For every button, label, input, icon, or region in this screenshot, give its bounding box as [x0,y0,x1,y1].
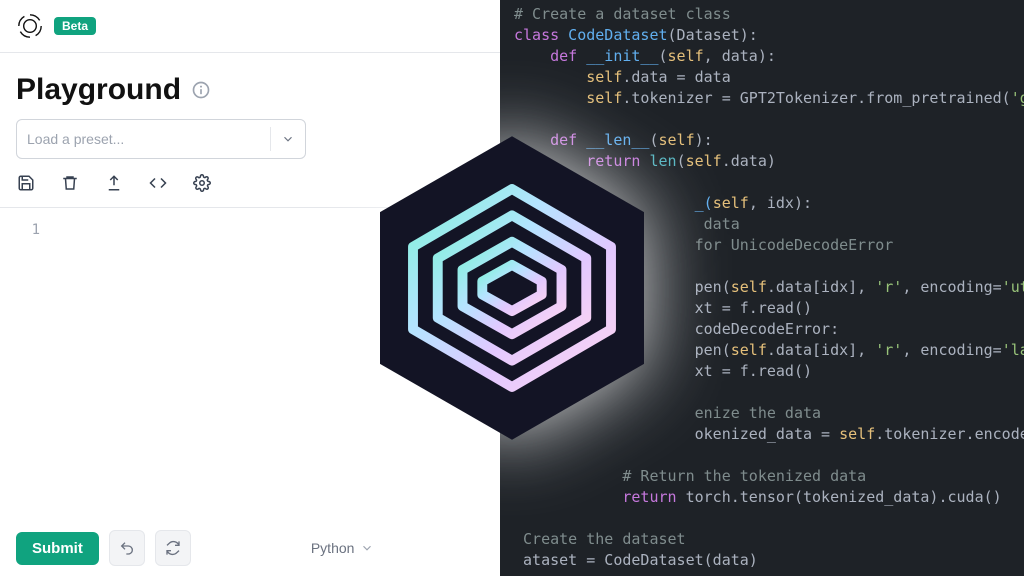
regenerate-button[interactable] [155,530,191,566]
save-icon[interactable] [16,173,36,193]
page-title: Playground [16,73,181,107]
chevron-down-icon [281,132,295,146]
line-number: 1 [16,222,40,238]
page-header: Playground [0,53,500,119]
hexagon-logo-icon [347,123,677,453]
chevron-down-icon [360,541,374,555]
code-line: # Create a dataset class [514,5,731,23]
preset-select[interactable]: Load a preset... [16,119,306,159]
bottom-bar: Submit Python [0,520,500,576]
language-label: Python [311,540,355,556]
openai-logo-icon [16,12,44,40]
submit-button[interactable]: Submit [16,532,99,565]
trash-icon[interactable] [60,173,80,193]
info-icon[interactable] [191,80,211,100]
language-select[interactable]: Python [311,540,375,556]
share-icon[interactable] [104,173,124,193]
beta-badge: Beta [54,17,96,35]
preset-placeholder: Load a preset... [27,131,124,147]
top-bar: Beta [0,0,500,53]
undo-button[interactable] [109,530,145,566]
gear-icon[interactable] [192,173,212,193]
code-icon[interactable] [148,173,168,193]
divider [270,127,271,151]
